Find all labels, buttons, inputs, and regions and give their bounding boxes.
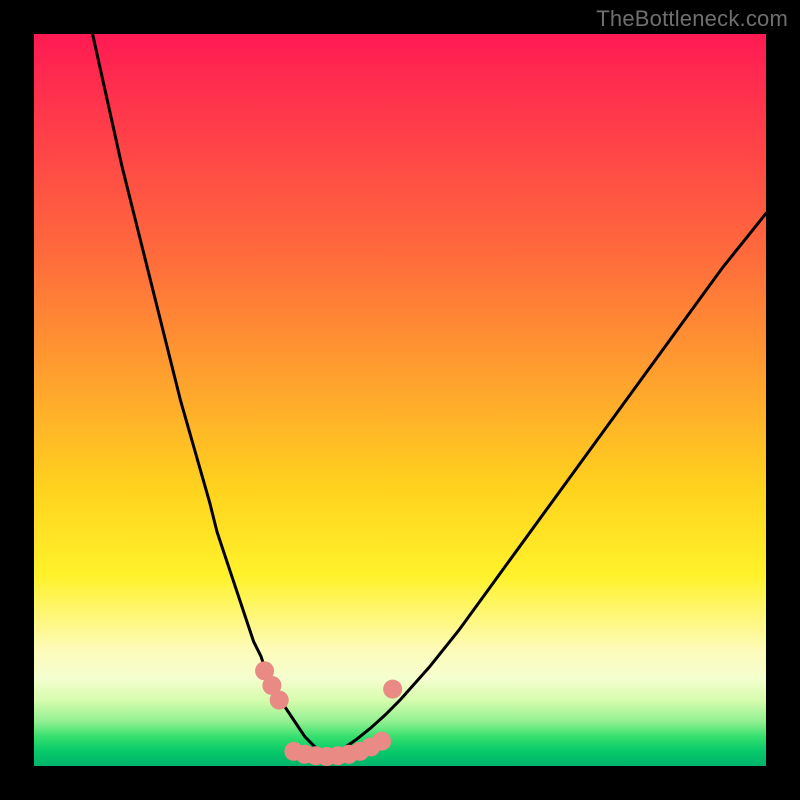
data-markers	[255, 661, 402, 766]
chart-frame: TheBottleneck.com	[0, 0, 800, 800]
chart-svg	[34, 34, 766, 766]
watermark-label: TheBottleneck.com	[596, 6, 788, 32]
data-marker	[270, 691, 289, 710]
right-curve	[327, 213, 766, 757]
left-curve	[93, 34, 327, 757]
data-marker	[372, 732, 391, 751]
data-marker	[383, 680, 402, 699]
plot-area	[34, 34, 766, 766]
